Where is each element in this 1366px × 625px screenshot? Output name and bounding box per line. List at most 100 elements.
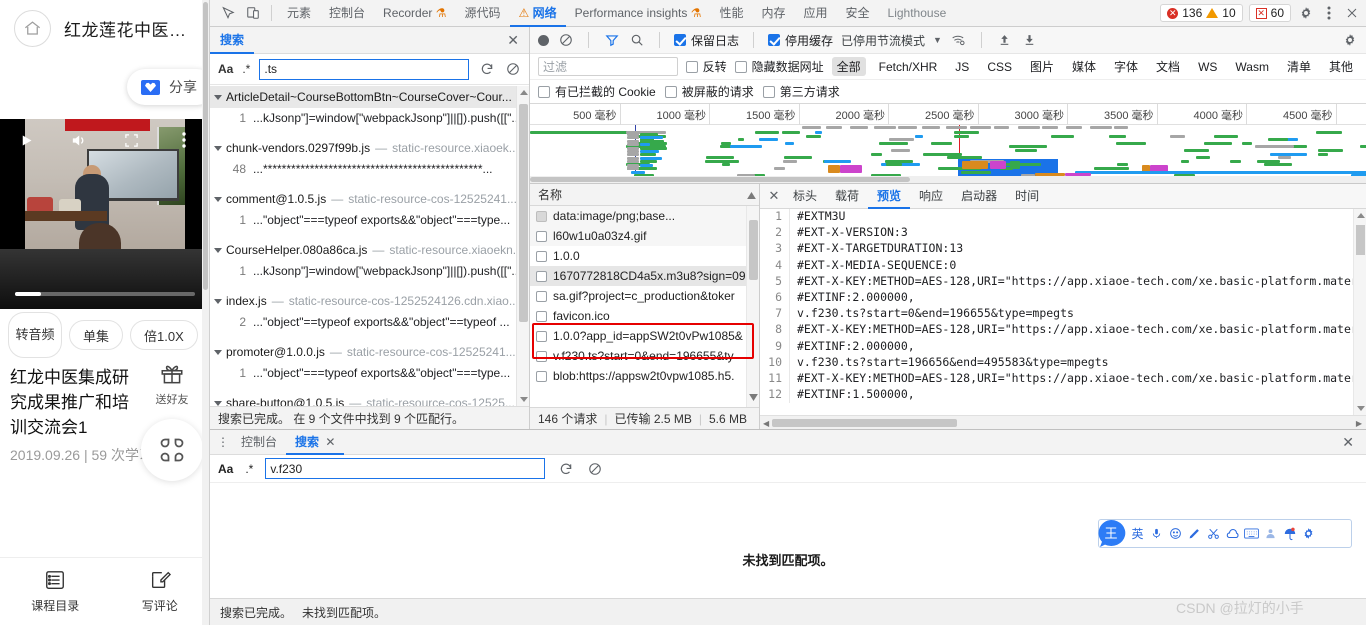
- clear-icon[interactable]: [557, 32, 574, 49]
- preview-content[interactable]: 1#EXTM3U2#EXT-X-VERSION:33#EXT-X-TARGETD…: [760, 209, 1366, 415]
- request-row[interactable]: favicon.ico: [530, 306, 759, 326]
- request-row[interactable]: data:image/png;base...: [530, 206, 759, 226]
- filter-type-img[interactable]: 图片: [1025, 57, 1059, 76]
- nav-comment[interactable]: 写评论: [142, 569, 178, 614]
- request-list-scrollbar[interactable]: [746, 206, 759, 407]
- filter-type-font[interactable]: 字体: [1109, 57, 1143, 76]
- clear-icon[interactable]: [504, 61, 521, 78]
- close-icon[interactable]: ✕: [764, 188, 784, 204]
- request-row[interactable]: 1.0.0: [530, 246, 759, 266]
- tab-response[interactable]: 响应: [910, 184, 952, 209]
- scroll-down-icon[interactable]: [749, 390, 758, 404]
- scroll-down-icon[interactable]: [520, 397, 528, 402]
- throttling-select[interactable]: 已停用节流模式: [841, 32, 925, 49]
- scroll-up-icon[interactable]: [520, 90, 528, 95]
- tab-recorder[interactable]: Recorder ⚗: [374, 0, 455, 27]
- tab-security[interactable]: 安全: [837, 0, 879, 27]
- search-results[interactable]: ArticleDetail~CourseBottomBtn~CourseCove…: [210, 86, 529, 406]
- ime-lang-button[interactable]: 英: [1129, 525, 1146, 542]
- close-icon[interactable]: ✕: [325, 435, 335, 449]
- keyboard-icon[interactable]: [1243, 525, 1260, 542]
- blocked-requests-checkbox[interactable]: 被屏蔽的请求: [665, 83, 754, 100]
- gear-icon[interactable]: [1297, 5, 1314, 22]
- filter-type-fetch-xhr[interactable]: Fetch/XHR: [874, 59, 943, 75]
- pen-icon[interactable]: [1186, 525, 1203, 542]
- scissors-icon[interactable]: [1205, 525, 1222, 542]
- voice-icon[interactable]: [1148, 525, 1165, 542]
- request-row[interactable]: 1670772818CD4a5x.m3u8?sign=09: [530, 266, 759, 286]
- scroll-left-icon[interactable]: ◀: [763, 419, 769, 428]
- network-conditions-icon[interactable]: [950, 32, 967, 49]
- preserve-log-checkbox[interactable]: 保留日志: [674, 32, 739, 49]
- tab-sources[interactable]: 源代码: [456, 0, 510, 27]
- match-case-icon[interactable]: Aa: [218, 462, 233, 476]
- search-result-line[interactable]: 1 ...kJsonp"]=window["webpackJsonp"]||[]…: [210, 108, 529, 128]
- hide-data-urls-checkbox[interactable]: 隐藏数据网址: [735, 58, 824, 75]
- drawer-tab-search[interactable]: 搜索 ✕: [286, 430, 344, 455]
- search-result-file[interactable]: index.js — static-resource-cos-125252412…: [210, 290, 529, 312]
- search-result-line[interactable]: 1 ..."object"===typeof exports&&"object"…: [210, 363, 529, 383]
- scroll-up-icon[interactable]: [747, 188, 756, 202]
- search-result-line[interactable]: 2 ..."object"==typeof exports&&"object"=…: [210, 312, 529, 332]
- search-result-file[interactable]: share-button@1.0.5.js — static-resource-…: [210, 392, 529, 406]
- disable-cache-checkbox[interactable]: 停用缓存: [768, 32, 833, 49]
- violation-counter[interactable]: ✕ 60: [1249, 4, 1291, 22]
- emoji-icon[interactable]: [1167, 525, 1184, 542]
- request-row[interactable]: v.f230.ts?start=0&end=196655&ty: [530, 346, 759, 366]
- filter-type-doc[interactable]: 文档: [1151, 57, 1185, 76]
- video-progress-bar[interactable]: [15, 292, 195, 296]
- filter-type-js[interactable]: JS: [950, 59, 974, 75]
- download-icon[interactable]: [1021, 32, 1038, 49]
- search-result-line[interactable]: 1 ..."object"===typeof exports&&"object"…: [210, 210, 529, 230]
- drawer-close-icon[interactable]: ✕: [1342, 434, 1366, 451]
- nav-catalog[interactable]: 课程目录: [31, 569, 79, 614]
- chevron-down-icon[interactable]: ▼: [933, 35, 942, 45]
- tab-payload[interactable]: 载荷: [826, 184, 868, 209]
- tab-console[interactable]: 控制台: [320, 0, 374, 27]
- share-button[interactable]: 分享: [127, 69, 210, 105]
- request-row[interactable]: sa.gif?project=c_production&toker: [530, 286, 759, 306]
- regex-icon[interactable]: .*: [242, 62, 250, 76]
- filter-type-ws[interactable]: WS: [1193, 59, 1222, 75]
- ime-toolbar[interactable]: 王 英: [1098, 519, 1352, 548]
- chip-to-audio[interactable]: 转音频: [8, 312, 62, 358]
- more-vertical-icon[interactable]: [1320, 5, 1337, 22]
- preview-vscrollbar[interactable]: [1353, 209, 1366, 415]
- tab-preview[interactable]: 预览: [868, 184, 910, 209]
- gift-button[interactable]: 送好友: [143, 361, 201, 407]
- regex-icon[interactable]: .*: [245, 462, 253, 476]
- tab-timing[interactable]: 时间: [1006, 184, 1048, 209]
- more-vertical-icon[interactable]: ⋮: [214, 435, 232, 449]
- filter-type-media[interactable]: 媒体: [1067, 57, 1101, 76]
- close-icon[interactable]: ✕: [497, 32, 529, 49]
- ime-logo-icon[interactable]: 王: [1095, 518, 1127, 550]
- gear-icon[interactable]: [1300, 525, 1317, 542]
- search-result-line[interactable]: 1 ...kJsonp"]=window["webpackJsonp"]||[]…: [210, 261, 529, 281]
- blocked-cookies-checkbox[interactable]: 有已拦截的 Cookie: [538, 83, 656, 100]
- network-overview[interactable]: 500 毫秒1000 毫秒1500 毫秒2000 毫秒2500 毫秒3000 毫…: [530, 104, 1366, 184]
- scroll-right-icon[interactable]: ▶: [1356, 419, 1362, 428]
- record-icon[interactable]: [538, 35, 549, 46]
- search-results-scrollbar[interactable]: [516, 86, 529, 406]
- tab-application[interactable]: 应用: [795, 0, 837, 27]
- device-toolbar-icon[interactable]: [244, 5, 261, 22]
- filter-type-all[interactable]: 全部: [832, 57, 866, 76]
- cloud-icon[interactable]: [1224, 525, 1241, 542]
- play-icon[interactable]: [0, 133, 53, 148]
- request-row[interactable]: blob:https://appsw2t0vpw1085.h5.: [530, 366, 759, 386]
- home-icon[interactable]: [14, 10, 51, 47]
- search-result-file[interactable]: promoter@1.0.0.js — static-resource-cos-…: [210, 341, 529, 363]
- umbrella-icon[interactable]: [1281, 525, 1298, 542]
- close-icon[interactable]: [1343, 5, 1360, 22]
- preview-hscrollbar[interactable]: ◀ ▶: [760, 415, 1366, 429]
- search-result-file[interactable]: comment@1.0.5.js — static-resource-cos-1…: [210, 188, 529, 210]
- mobile-scrollbar[interactable]: [202, 0, 209, 625]
- user-icon[interactable]: [1262, 525, 1279, 542]
- scroll-up-icon[interactable]: [1357, 213, 1365, 218]
- video-player[interactable]: [0, 119, 210, 309]
- chip-single-episode[interactable]: 单集: [69, 320, 123, 350]
- search-result-file[interactable]: chunk-vendors.0297f99b.js — static-resou…: [210, 137, 529, 159]
- drawer-tab-console[interactable]: 控制台: [232, 430, 286, 455]
- volume-icon[interactable]: [53, 132, 106, 149]
- error-counter[interactable]: ✕ 136 10: [1160, 4, 1242, 22]
